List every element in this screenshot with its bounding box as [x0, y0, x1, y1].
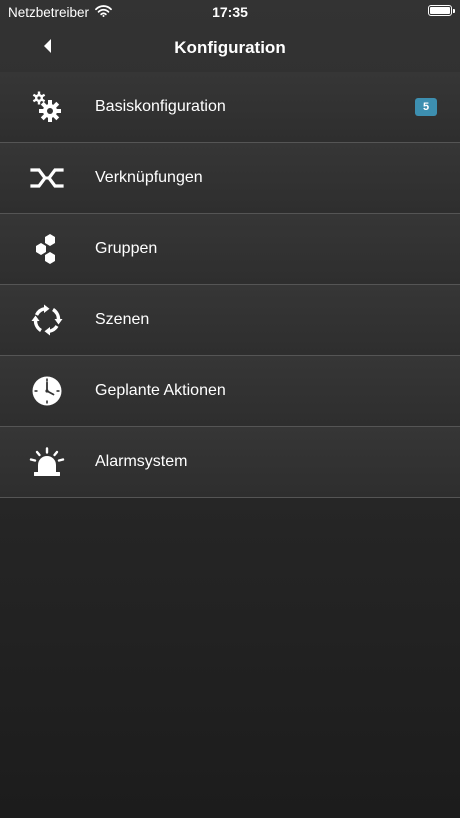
menu-list: Basiskonfiguration 5 Verknüpfungen Grupp…	[0, 72, 460, 498]
menu-item-gruppen[interactable]: Gruppen	[0, 214, 460, 285]
menu-item-label: Szenen	[95, 311, 150, 328]
menu-item-geplante-aktionen[interactable]: Geplante Aktionen	[0, 356, 460, 427]
battery-icon	[428, 5, 455, 16]
status-bar: Netzbetreiber 17:35	[0, 0, 460, 24]
links-icon	[21, 158, 73, 198]
clock-icon	[21, 371, 73, 411]
menu-item-basiskonfiguration[interactable]: Basiskonfiguration 5	[0, 72, 460, 143]
page-title: Konfiguration	[174, 38, 286, 57]
hexagons-icon	[21, 229, 73, 269]
cycle-arrows-icon	[21, 300, 73, 340]
gears-icon	[21, 87, 73, 127]
chevron-left-icon	[43, 38, 53, 59]
wifi-icon	[95, 4, 112, 20]
status-left: Netzbetreiber	[0, 5, 112, 20]
menu-item-alarmsystem[interactable]: Alarmsystem	[0, 427, 460, 498]
count-badge: 5	[415, 98, 437, 116]
menu-item-szenen[interactable]: Szenen	[0, 285, 460, 356]
menu-item-label: Basiskonfiguration	[95, 98, 226, 115]
battery-level	[430, 7, 450, 14]
carrier-label: Netzbetreiber	[8, 4, 90, 20]
navigation-bar: Konfiguration	[0, 24, 460, 72]
siren-icon	[21, 442, 73, 482]
menu-item-label: Alarmsystem	[95, 453, 188, 470]
menu-item-label: Verknüpfungen	[95, 169, 203, 186]
menu-item-verknuepfungen[interactable]: Verknüpfungen	[0, 143, 460, 214]
back-button[interactable]	[36, 36, 60, 60]
menu-item-label: Geplante Aktionen	[95, 382, 226, 399]
menu-item-label: Gruppen	[95, 240, 158, 257]
